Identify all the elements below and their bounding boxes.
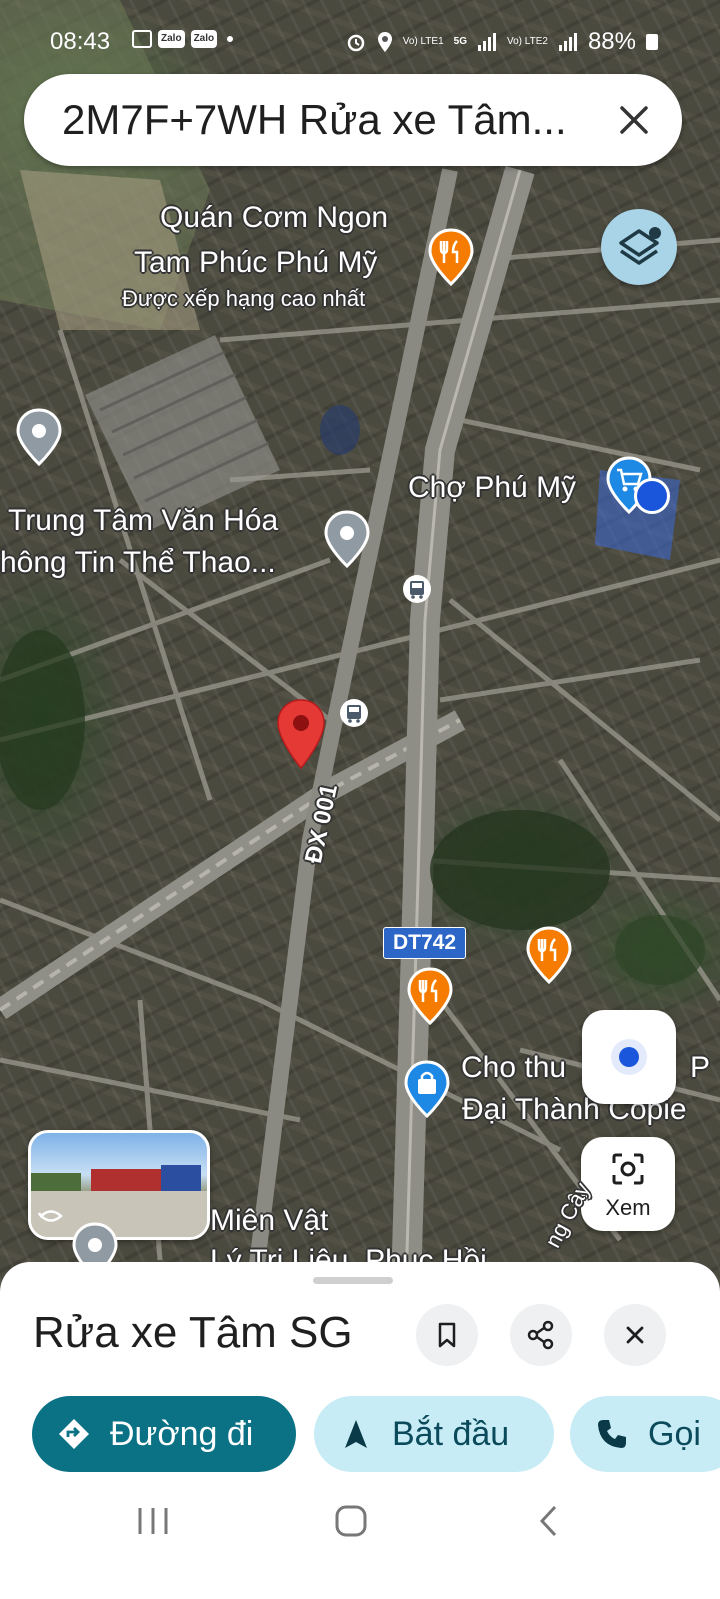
more-notifications-dot [227, 36, 234, 42]
rental-shop-line1-end[interactable]: P [690, 1050, 710, 1086]
gallery-icon [132, 30, 152, 48]
place-pin-icon[interactable] [324, 510, 370, 568]
zalo-badge-1: Zalo [158, 30, 185, 48]
navigation-arrow-icon [345, 1420, 367, 1448]
restaurant-icon[interactable] [526, 926, 572, 984]
zalo-badge-2: Zalo [190, 30, 218, 48]
search-query[interactable]: 2M7F+7WH Rửa xe Tâm... [62, 96, 567, 144]
restaurant-name-line2[interactable]: Tam Phúc Phú Mỹ [134, 245, 377, 281]
status-indicators: Vo) LTE1 5G Vo) LTE2 88% [345, 28, 658, 56]
battery-icon [646, 34, 658, 50]
lens-icon [612, 1153, 644, 1185]
location-icon [377, 32, 392, 52]
start-navigation-button[interactable]: Bắt đầu [314, 1396, 554, 1472]
restaurant-name-line1[interactable]: Quán Cơm Ngon [160, 200, 388, 236]
phone-icon [598, 1420, 626, 1448]
status-time: 08:43 [50, 28, 111, 55]
close-sheet-button[interactable] [604, 1304, 666, 1366]
notification-icons: Zalo Zalo [132, 30, 234, 48]
culture-center-line2[interactable]: hông Tin Thể Thao... [0, 545, 276, 581]
alarm-icon [347, 34, 364, 52]
restaurant-icon[interactable] [407, 967, 453, 1025]
street-view-thumbnail[interactable] [28, 1130, 210, 1240]
system-navigation-bar [0, 1480, 720, 1599]
road-shield-dt742: DT742 [383, 927, 467, 959]
place-title: Rửa xe Tâm SG [33, 1308, 353, 1357]
sheet-drag-handle[interactable] [313, 1277, 393, 1284]
layers-icon [619, 227, 661, 265]
culture-center-line1[interactable]: Trung Tâm Văn Hóa [8, 503, 278, 539]
bus-stop-icon[interactable] [339, 698, 369, 728]
shopping-bag-icon[interactable] [404, 1060, 450, 1118]
back-icon[interactable] [537, 1504, 561, 1538]
signal-icon [558, 33, 577, 51]
close-icon [626, 1326, 644, 1344]
lens-button[interactable]: Xem [581, 1137, 675, 1231]
directions-icon [59, 1419, 89, 1449]
network-type: 5G [453, 36, 467, 47]
layers-button[interactable] [601, 209, 677, 285]
share-button[interactable] [510, 1304, 572, 1366]
directions-label: Đường đi [110, 1414, 254, 1453]
restaurant-icon[interactable] [428, 228, 474, 286]
start-label: Bắt đầu [392, 1414, 510, 1453]
lens-label: Xem [605, 1195, 651, 1220]
restaurant-badge: Được xếp hạng cao nhất [122, 286, 366, 311]
directions-button[interactable]: Đường đi [32, 1396, 296, 1472]
sim1-label: Vo) LTE1 [402, 36, 444, 47]
close-icon[interactable] [616, 102, 652, 138]
rotate-360-icon [37, 1210, 63, 1222]
share-icon [527, 1320, 554, 1350]
recent-apps-icon[interactable] [136, 1506, 170, 1536]
bus-stop-icon[interactable] [402, 574, 432, 604]
market-label[interactable]: Chợ Phú Mỹ [408, 470, 576, 506]
search-bar[interactable]: 2M7F+7WH Rửa xe Tâm... [24, 74, 682, 166]
selected-place-pin-icon[interactable] [276, 698, 326, 770]
battery-percent: 88% [587, 28, 636, 55]
bookmark-icon [438, 1322, 456, 1348]
home-icon[interactable] [334, 1504, 368, 1538]
therapy-place-line1[interactable]: Miên Vật [210, 1203, 328, 1239]
call-button[interactable]: Gọi [570, 1396, 720, 1472]
my-location-button[interactable] [582, 1010, 676, 1104]
current-location-dot [634, 478, 670, 514]
my-location-icon [619, 1047, 639, 1067]
sim2-label: Vo) LTE2 [507, 36, 548, 47]
signal-icon [478, 33, 496, 51]
status-bar: 08:43 Zalo Zalo Vo) LTE1 5G Vo) LTE2 88% [0, 0, 720, 70]
rental-shop-line1[interactable]: Cho thu [461, 1050, 566, 1086]
place-pin-icon[interactable] [16, 408, 62, 466]
call-label: Gọi [648, 1414, 701, 1453]
satellite-map[interactable]: Quán Cơm Ngon Tam Phúc Phú Mỹ Được xếp h… [0, 0, 720, 1320]
save-button[interactable] [416, 1304, 478, 1366]
